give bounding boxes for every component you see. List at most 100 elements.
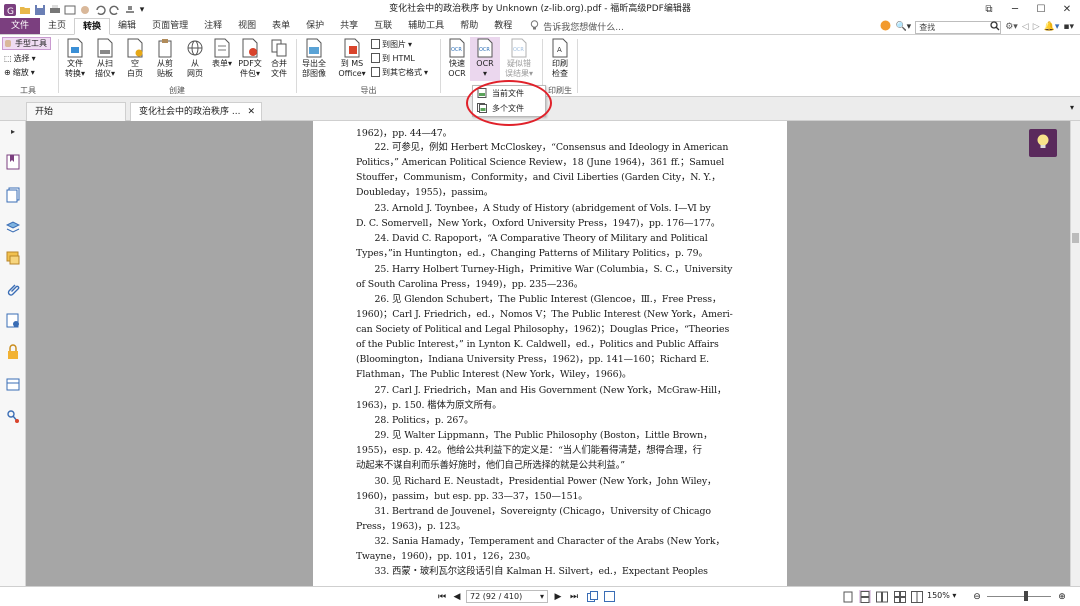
tab-connect[interactable]: 互联 bbox=[366, 18, 400, 34]
print-icon[interactable] bbox=[49, 4, 61, 16]
attachments-icon[interactable] bbox=[5, 282, 21, 298]
page-text-line: Twayne，1960)，pp. 101，126，230。 bbox=[356, 551, 536, 562]
first-page-button[interactable]: ⏮ bbox=[436, 590, 448, 603]
zoom-slider[interactable] bbox=[987, 596, 1051, 597]
search-input[interactable]: 查找 bbox=[915, 20, 1002, 34]
tab-organize[interactable]: 页面管理 bbox=[144, 18, 196, 34]
zoom-tool-button[interactable]: ⊕ 缩放 ▾ bbox=[4, 66, 35, 79]
export-images-icon bbox=[303, 37, 325, 59]
pdf-package-button[interactable]: PDF文 件包▾ bbox=[235, 37, 265, 79]
tips-button[interactable] bbox=[1029, 129, 1057, 157]
skin-icon[interactable] bbox=[880, 20, 891, 34]
zoom-level[interactable]: 150% ▾ bbox=[927, 591, 956, 600]
signature-icon[interactable] bbox=[5, 313, 21, 329]
export-all-images-button[interactable]: 导出全 部图像 bbox=[299, 37, 329, 79]
facing-view-icon[interactable] bbox=[876, 590, 888, 603]
customize-qat-icon[interactable]: ▾ bbox=[139, 4, 145, 16]
form-button[interactable]: 表单▾ bbox=[207, 37, 237, 69]
expand-panel-icon[interactable]: ▸ bbox=[5, 123, 21, 139]
bookmarks-icon[interactable] bbox=[5, 154, 21, 170]
tags-tool-icon[interactable] bbox=[5, 409, 21, 425]
form-fields-icon[interactable] bbox=[5, 377, 21, 393]
ocr-button[interactable]: OCR OCR ▾ bbox=[470, 37, 500, 81]
tab-list-icon[interactable]: ▾ bbox=[1070, 103, 1074, 112]
fit-view-icon[interactable] bbox=[603, 590, 615, 603]
tab-file[interactable]: 文件 bbox=[0, 18, 41, 34]
ocr-multiple-files-item[interactable]: 多个文件 bbox=[473, 101, 545, 116]
tab-form[interactable]: 表单 bbox=[264, 18, 298, 34]
next-page-button[interactable]: ▶ bbox=[552, 590, 564, 603]
vertical-scrollbar[interactable] bbox=[1070, 121, 1080, 586]
ocr-current-file-item[interactable]: 当前文件 bbox=[473, 86, 545, 101]
maximize-button[interactable]: ☐ bbox=[1028, 0, 1054, 19]
to-html-button[interactable]: 到 HTML bbox=[371, 52, 415, 65]
tab-edit[interactable]: 编辑 bbox=[110, 18, 144, 34]
blank-page-button[interactable]: 空 白页 bbox=[120, 37, 150, 79]
export-group: 导出全 部图像 到 MS Office▾ 到图片 ▾ 到 HTML 到其它格式 ▾ … bbox=[297, 35, 440, 97]
select-tool-button[interactable]: ⬚ 选择 ▾ bbox=[4, 52, 36, 65]
split-view-icon[interactable] bbox=[911, 590, 923, 603]
tab-document[interactable]: 变化社会中的政治秩序 ... ✕ bbox=[130, 102, 262, 121]
pages-icon[interactable] bbox=[5, 187, 21, 203]
close-tab-icon[interactable]: ✕ bbox=[247, 103, 255, 121]
stamp-icon[interactable] bbox=[124, 4, 136, 16]
zoom-slider-thumb[interactable] bbox=[1024, 591, 1028, 601]
preflight-check-button[interactable]: A 印刷 检查 bbox=[545, 37, 575, 79]
from-clipboard-button[interactable]: 从剪 贴板 bbox=[150, 37, 180, 79]
layers-icon[interactable] bbox=[5, 219, 21, 235]
page-text-line: 24. David C. Rapoport，“A Comparative The… bbox=[356, 233, 708, 244]
hand-icon[interactable] bbox=[79, 4, 91, 16]
close-button[interactable]: ✕ bbox=[1054, 0, 1080, 19]
undo-icon[interactable] bbox=[94, 4, 106, 16]
single-page-view-icon[interactable] bbox=[842, 590, 854, 603]
suspect-results-button[interactable]: OCR 疑似错 误结果▾ bbox=[501, 37, 537, 79]
save-icon[interactable] bbox=[34, 4, 46, 16]
tab-help[interactable]: 帮助 bbox=[452, 18, 486, 34]
from-web-button[interactable]: 从 网页 bbox=[180, 37, 210, 79]
merge-files-button[interactable]: 合并 文件 bbox=[264, 37, 294, 79]
tab-view[interactable]: 视图 bbox=[230, 18, 264, 34]
prev-page-button[interactable]: ◀ bbox=[451, 590, 463, 603]
file-convert-button[interactable]: 文件 转换▾ bbox=[60, 37, 90, 79]
page-text-line: 31. Bertrand de Jouvenel，Sovereignty (Ch… bbox=[356, 506, 712, 517]
tell-me-box[interactable]: 告诉我您想做什么... bbox=[530, 18, 624, 34]
tab-protect[interactable]: 保护 bbox=[298, 18, 332, 34]
tab-accessibility[interactable]: 辅助工具 bbox=[400, 18, 452, 34]
security-lock-icon[interactable] bbox=[5, 344, 21, 360]
search-options-icon[interactable]: 🔍▾ bbox=[895, 22, 911, 32]
ribbon-toggle-icon[interactable]: ⧉ bbox=[976, 0, 1002, 19]
from-scanner-button[interactable]: 从扫 描仪▾ bbox=[90, 37, 120, 79]
page-view-icon[interactable] bbox=[64, 4, 76, 16]
tab-tutorial[interactable]: 教程 bbox=[486, 18, 520, 34]
continuous-facing-view-icon[interactable] bbox=[894, 590, 906, 603]
tab-comment[interactable]: 注释 bbox=[196, 18, 230, 34]
tab-start[interactable]: 开始 bbox=[26, 102, 126, 121]
file-convert-label-2: 转换 bbox=[64, 69, 81, 78]
continuous-view-icon[interactable] bbox=[859, 590, 871, 603]
notification-icon[interactable]: 🔔▾ bbox=[1044, 22, 1060, 32]
quick-ocr-button[interactable]: OCR 快速 OCR bbox=[442, 37, 472, 79]
tab-convert[interactable]: 转换 bbox=[74, 18, 111, 35]
settings-icon[interactable]: ⚙▾ bbox=[1005, 22, 1018, 32]
to-image-button[interactable]: 到图片 ▾ bbox=[371, 38, 412, 51]
redo-icon[interactable] bbox=[109, 4, 121, 16]
page-number-input[interactable]: 72 (92 / 410) ▾ bbox=[466, 590, 548, 603]
forward-icon[interactable]: ▷ bbox=[1033, 22, 1040, 32]
quick-ocr-label-1: 快速 bbox=[449, 59, 465, 68]
tab-home[interactable]: 主页 bbox=[40, 18, 74, 34]
minimize-button[interactable]: ─ bbox=[1002, 0, 1028, 19]
comments-icon[interactable] bbox=[5, 250, 21, 266]
user-icon[interactable]: ▪▾ bbox=[1063, 22, 1074, 32]
ribbon-divider bbox=[577, 39, 578, 93]
to-other-format-button[interactable]: 到其它格式 ▾ bbox=[371, 66, 428, 79]
tab-share[interactable]: 共享 bbox=[332, 18, 366, 34]
hand-tool-button[interactable]: 手型工具 bbox=[2, 37, 51, 50]
scrollbar-thumb[interactable] bbox=[1072, 233, 1079, 243]
zoom-out-icon[interactable]: ⊖ bbox=[971, 590, 983, 603]
last-page-button[interactable]: ⏭ bbox=[568, 590, 580, 603]
back-icon[interactable]: ◁ bbox=[1022, 22, 1029, 32]
copy-view-icon[interactable] bbox=[586, 590, 598, 603]
to-ms-office-button[interactable]: 到 MS Office▾ bbox=[337, 37, 367, 79]
open-folder-icon[interactable] bbox=[19, 4, 31, 16]
zoom-in-icon[interactable]: ⊕ bbox=[1056, 590, 1068, 603]
